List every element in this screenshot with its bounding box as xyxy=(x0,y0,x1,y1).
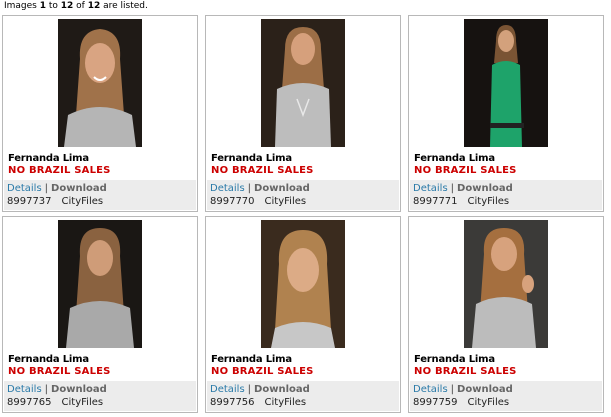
details-link[interactable]: Details xyxy=(210,384,245,395)
celebrity-name: Fernanda Lima xyxy=(8,354,89,365)
image-id: 8997737 xyxy=(7,196,52,207)
card-links: Details | Download xyxy=(7,183,107,194)
details-link[interactable]: Details xyxy=(210,183,245,194)
link-separator: | xyxy=(247,384,252,395)
card-links: Details | Download xyxy=(413,384,513,395)
sales-restriction: NO BRAZIL SALES xyxy=(414,366,517,377)
card-footer: Details | Download 8997765 CityFiles xyxy=(4,381,196,411)
portrait-image xyxy=(261,220,345,348)
card-footer: Details | Download 8997771 CityFiles xyxy=(410,180,602,210)
card-links: Details | Download xyxy=(413,183,513,194)
details-link[interactable]: Details xyxy=(413,384,448,395)
image-id: 8997765 xyxy=(7,397,52,408)
sales-restriction: NO BRAZIL SALES xyxy=(8,366,111,377)
card-footer: Details | Download 8997737 CityFiles xyxy=(4,180,196,210)
image-id: 8997759 xyxy=(413,397,458,408)
celebrity-name: Fernanda Lima xyxy=(414,153,495,164)
photo-thumbnail[interactable] xyxy=(58,220,142,348)
image-card: Fernanda Lima NO BRAZIL SALES Details | Do… xyxy=(408,216,604,413)
card-footer: Details | Download 8997770 CityFiles xyxy=(207,180,399,210)
celebrity-name: Fernanda Lima xyxy=(414,354,495,365)
card-links: Details | Download xyxy=(210,183,310,194)
photo-thumbnail[interactable] xyxy=(58,19,142,147)
celebrity-name: Fernanda Lima xyxy=(211,354,292,365)
card-links: Details | Download xyxy=(7,384,107,395)
image-source: CityFiles xyxy=(61,196,104,207)
card-meta: 8997737 CityFiles xyxy=(7,196,103,207)
card-meta: 8997771 CityFiles xyxy=(413,196,509,207)
download-link[interactable]: Download xyxy=(51,384,107,395)
download-link[interactable]: Download xyxy=(254,384,310,395)
sales-restriction: NO BRAZIL SALES xyxy=(8,165,111,176)
photo-thumbnail[interactable] xyxy=(261,220,345,348)
photo-thumbnail[interactable] xyxy=(261,19,345,147)
card-meta: 8997759 CityFiles xyxy=(413,397,509,408)
image-card: Fernanda Lima NO BRAZIL SALES Details | Do… xyxy=(2,15,198,212)
card-footer: Details | Download 8997756 CityFiles xyxy=(207,381,399,411)
photo-thumbnail[interactable] xyxy=(464,19,548,147)
link-separator: | xyxy=(44,183,49,194)
card-meta: 8997770 CityFiles xyxy=(210,196,306,207)
download-link[interactable]: Download xyxy=(457,183,513,194)
image-source: CityFiles xyxy=(264,196,307,207)
image-source: CityFiles xyxy=(61,397,104,408)
image-source: CityFiles xyxy=(467,397,510,408)
image-card: Fernanda Lima NO BRAZIL SALES Details | Do… xyxy=(408,15,604,212)
listing-status: Images 1 to 12 of 12 are listed. xyxy=(4,1,148,11)
download-link[interactable]: Download xyxy=(254,183,310,194)
link-separator: | xyxy=(450,384,455,395)
card-meta: 8997765 CityFiles xyxy=(7,397,103,408)
photo-thumbnail[interactable] xyxy=(464,220,548,348)
image-card: Fernanda Lima NO BRAZIL SALES Details | Do… xyxy=(205,15,401,212)
celebrity-name: Fernanda Lima xyxy=(8,153,89,164)
download-link[interactable]: Download xyxy=(457,384,513,395)
sales-restriction: NO BRAZIL SALES xyxy=(211,165,314,176)
image-card: Fernanda Lima NO BRAZIL SALES Details | Do… xyxy=(2,216,198,413)
portrait-image xyxy=(464,19,548,147)
image-source: CityFiles xyxy=(264,397,307,408)
portrait-image xyxy=(58,19,142,147)
link-separator: | xyxy=(247,183,252,194)
portrait-image xyxy=(261,19,345,147)
image-id: 8997770 xyxy=(210,196,255,207)
link-separator: | xyxy=(44,384,49,395)
image-id: 8997771 xyxy=(413,196,458,207)
sales-restriction: NO BRAZIL SALES xyxy=(414,165,517,176)
details-link[interactable]: Details xyxy=(7,183,42,194)
image-source: CityFiles xyxy=(467,196,510,207)
portrait-image xyxy=(58,220,142,348)
card-footer: Details | Download 8997759 CityFiles xyxy=(410,381,602,411)
card-links: Details | Download xyxy=(210,384,310,395)
details-link[interactable]: Details xyxy=(7,384,42,395)
image-id: 8997756 xyxy=(210,397,255,408)
details-link[interactable]: Details xyxy=(413,183,448,194)
download-link[interactable]: Download xyxy=(51,183,107,194)
sales-restriction: NO BRAZIL SALES xyxy=(211,366,314,377)
image-card: Fernanda Lima NO BRAZIL SALES Details | Do… xyxy=(205,216,401,413)
card-meta: 8997756 CityFiles xyxy=(210,397,306,408)
portrait-image xyxy=(464,220,548,348)
celebrity-name: Fernanda Lima xyxy=(211,153,292,164)
link-separator: | xyxy=(450,183,455,194)
